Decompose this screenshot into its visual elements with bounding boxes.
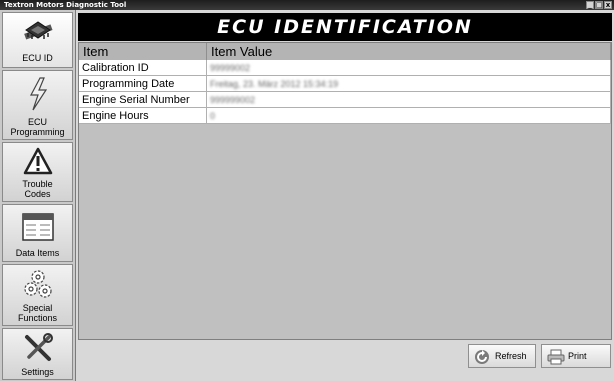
close-button[interactable]: x — [604, 1, 612, 9]
item-value-text: 999999002 — [210, 94, 256, 105]
table-row[interactable]: Calibration ID 99999002 — [79, 60, 611, 76]
item-value-cell: 0 — [206, 107, 611, 124]
table-row[interactable]: Programming Date Freitag, 23. März 2012 … — [79, 75, 611, 92]
refresh-icon — [475, 350, 489, 364]
item-cell: Calibration ID — [79, 60, 207, 76]
tools-icon — [24, 333, 53, 361]
item-value-text: Freitag, 23. März 2012 15:34:19 — [210, 78, 339, 89]
item-value-text: 99999002 — [210, 62, 251, 73]
printer-icon — [547, 349, 565, 365]
warning-icon — [23, 147, 52, 175]
page-title: ECU IDENTIFICATION — [78, 13, 612, 41]
sidebar-item-label: ECU Programming — [10, 117, 65, 137]
lightning-icon — [29, 77, 47, 111]
column-header-item-value[interactable]: Item Value — [206, 43, 611, 60]
sidebar-item-special-functions[interactable]: Special Functions — [2, 264, 73, 326]
item-cell: Programming Date — [79, 75, 207, 92]
gears-icon — [23, 270, 52, 298]
item-value-cell: 99999002 — [206, 60, 611, 76]
item-value-cell: 999999002 — [206, 91, 611, 108]
minimize-button[interactable]: _ — [586, 1, 594, 9]
sidebar-item-ecu-programming[interactable]: ECU Programming — [2, 70, 73, 140]
print-button[interactable]: Print — [541, 344, 611, 368]
print-label: Print — [568, 351, 587, 361]
column-header-item[interactable]: Item — [79, 43, 207, 60]
sidebar-item-label: Trouble Codes — [22, 179, 53, 199]
refresh-button[interactable]: Refresh — [468, 344, 536, 368]
window-title: Textron Motors Diagnostic Tool — [4, 1, 127, 9]
table-row[interactable]: Engine Serial Number 999999002 — [79, 91, 611, 108]
item-cell: Engine Serial Number — [79, 91, 207, 108]
ecu-id-table: Item Item Value Calibration ID 99999002 … — [79, 43, 611, 124]
sidebar-item-trouble-codes[interactable]: Trouble Codes — [2, 142, 73, 202]
ecu-id-table-panel: Item Item Value Calibration ID 99999002 … — [78, 42, 612, 340]
sidebar-item-ecu-id[interactable]: ECU ID — [2, 12, 73, 68]
window-list-icon — [21, 213, 54, 241]
maximize-button[interactable]: □ — [595, 1, 603, 9]
refresh-label: Refresh — [495, 351, 527, 361]
title-bar: Textron Motors Diagnostic Tool _ □ x — [0, 0, 614, 10]
sidebar-item-label: ECU ID — [22, 53, 53, 63]
sidebar-item-label: Data Items — [15, 248, 60, 258]
table-row[interactable]: Engine Hours 0 — [79, 107, 611, 124]
chip-icon — [23, 21, 53, 40]
sidebar: ECU ID ECU Programming Trouble Codes Dat… — [0, 10, 76, 381]
table-header-row: Item Item Value — [79, 43, 611, 60]
sidebar-item-label: Settings — [21, 367, 54, 377]
sidebar-item-label: Special Functions — [17, 303, 58, 323]
item-value-cell: Freitag, 23. März 2012 15:34:19 — [206, 75, 611, 92]
item-value-text: 0 — [210, 110, 216, 121]
sidebar-item-data-items[interactable]: Data Items — [2, 204, 73, 262]
item-cell: Engine Hours — [79, 107, 207, 124]
sidebar-item-settings[interactable]: Settings — [2, 328, 73, 380]
